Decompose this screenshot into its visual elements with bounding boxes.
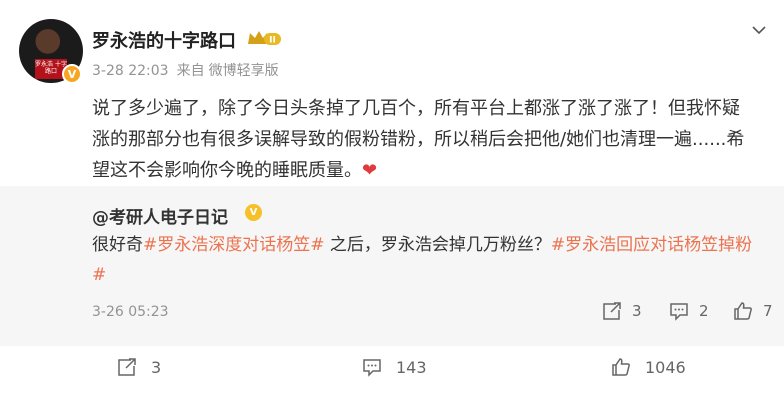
chevron-down-icon[interactable] (751, 22, 767, 38)
like-button[interactable]: 1046 (611, 357, 686, 377)
retweet-comment-button[interactable]: 2 (669, 301, 709, 321)
retweet-verified-icon: V (245, 204, 262, 221)
hashtag-link-end[interactable]: # (92, 265, 106, 285)
retweet-like-button[interactable]: 7 (733, 301, 773, 321)
retweet-author[interactable]: @考研人电子日记 (92, 203, 228, 228)
post-meta: 3-28 22:03 来自 微博轻享版 (92, 60, 279, 80)
hashtag-link[interactable]: #罗永浩深度对话杨笠# (143, 235, 325, 255)
author-name[interactable]: 罗永浩的十字路口 (92, 27, 236, 53)
verified-badge-icon: V (62, 64, 82, 84)
thumbs-up-icon (734, 302, 752, 320)
retweet-comment-count: 2 (699, 302, 709, 320)
retweet-content: 很好奇#罗永浩深度对话杨笠# 之后，罗永浩会掉几万粉丝？#罗永浩回应对话杨笠掉粉… (92, 230, 782, 290)
source-prefix: 来自 (176, 63, 205, 79)
post-content-line: 望这不会影响你今晚的睡眠质量。❤ (92, 155, 752, 186)
post-source[interactable]: 微博轻享版 (209, 63, 279, 79)
retweet-text: 很好奇 (92, 235, 143, 255)
comment-count: 143 (396, 357, 427, 377)
thumbs-up-icon (612, 358, 630, 376)
comment-icon (363, 359, 381, 377)
comment-button[interactable]: 143 (362, 357, 427, 377)
hashtag-link[interactable]: #罗永浩回应对话杨笠掉粉 (551, 235, 752, 255)
retweet-like-count: 7 (763, 302, 773, 320)
crown-level-label: II (269, 36, 276, 46)
post-content-line: 说了多少遍了，除了今日头条掉了几百个，所有平台上都涨了涨了涨了！但我怀疑 (92, 98, 740, 119)
repost-count: 3 (151, 357, 162, 377)
retweet-repost-button[interactable]: 3 (602, 301, 642, 321)
like-count: 1046 (645, 357, 686, 377)
post-content: 说了多少遍了，除了今日头条掉了几百个，所有平台上都涨了涨了涨了！但我怀疑 涨的那… (92, 93, 752, 186)
repost-icon (118, 358, 136, 376)
repost-button[interactable]: 3 (117, 357, 161, 377)
post-content-text: 望这不会影响你今晚的睡眠质量。 (92, 160, 362, 181)
comment-icon (670, 303, 688, 321)
retweet-timestamp[interactable]: 3-26 05:23 (92, 304, 169, 320)
post-timestamp[interactable]: 3-28 22:03 (92, 63, 169, 79)
post-content-line: 涨的那部分也有很多误解导致的假粉错粉，所以稍后会把他/她们也清理一遍......… (92, 129, 745, 150)
crown-level-icon[interactable]: II (246, 28, 282, 48)
retweet-content-line: 很好奇#罗永浩深度对话杨笠# 之后，罗永浩会掉几万粉丝？#罗永浩回应对话杨笠掉粉 (92, 230, 782, 260)
retweet-content-line: # (92, 260, 782, 290)
retweet-repost-count: 3 (632, 302, 642, 320)
repost-icon (603, 302, 621, 320)
retweet-text: 之后，罗永浩会掉几万粉丝？ (329, 235, 551, 255)
heart-emoji-icon: ❤ (362, 160, 378, 181)
